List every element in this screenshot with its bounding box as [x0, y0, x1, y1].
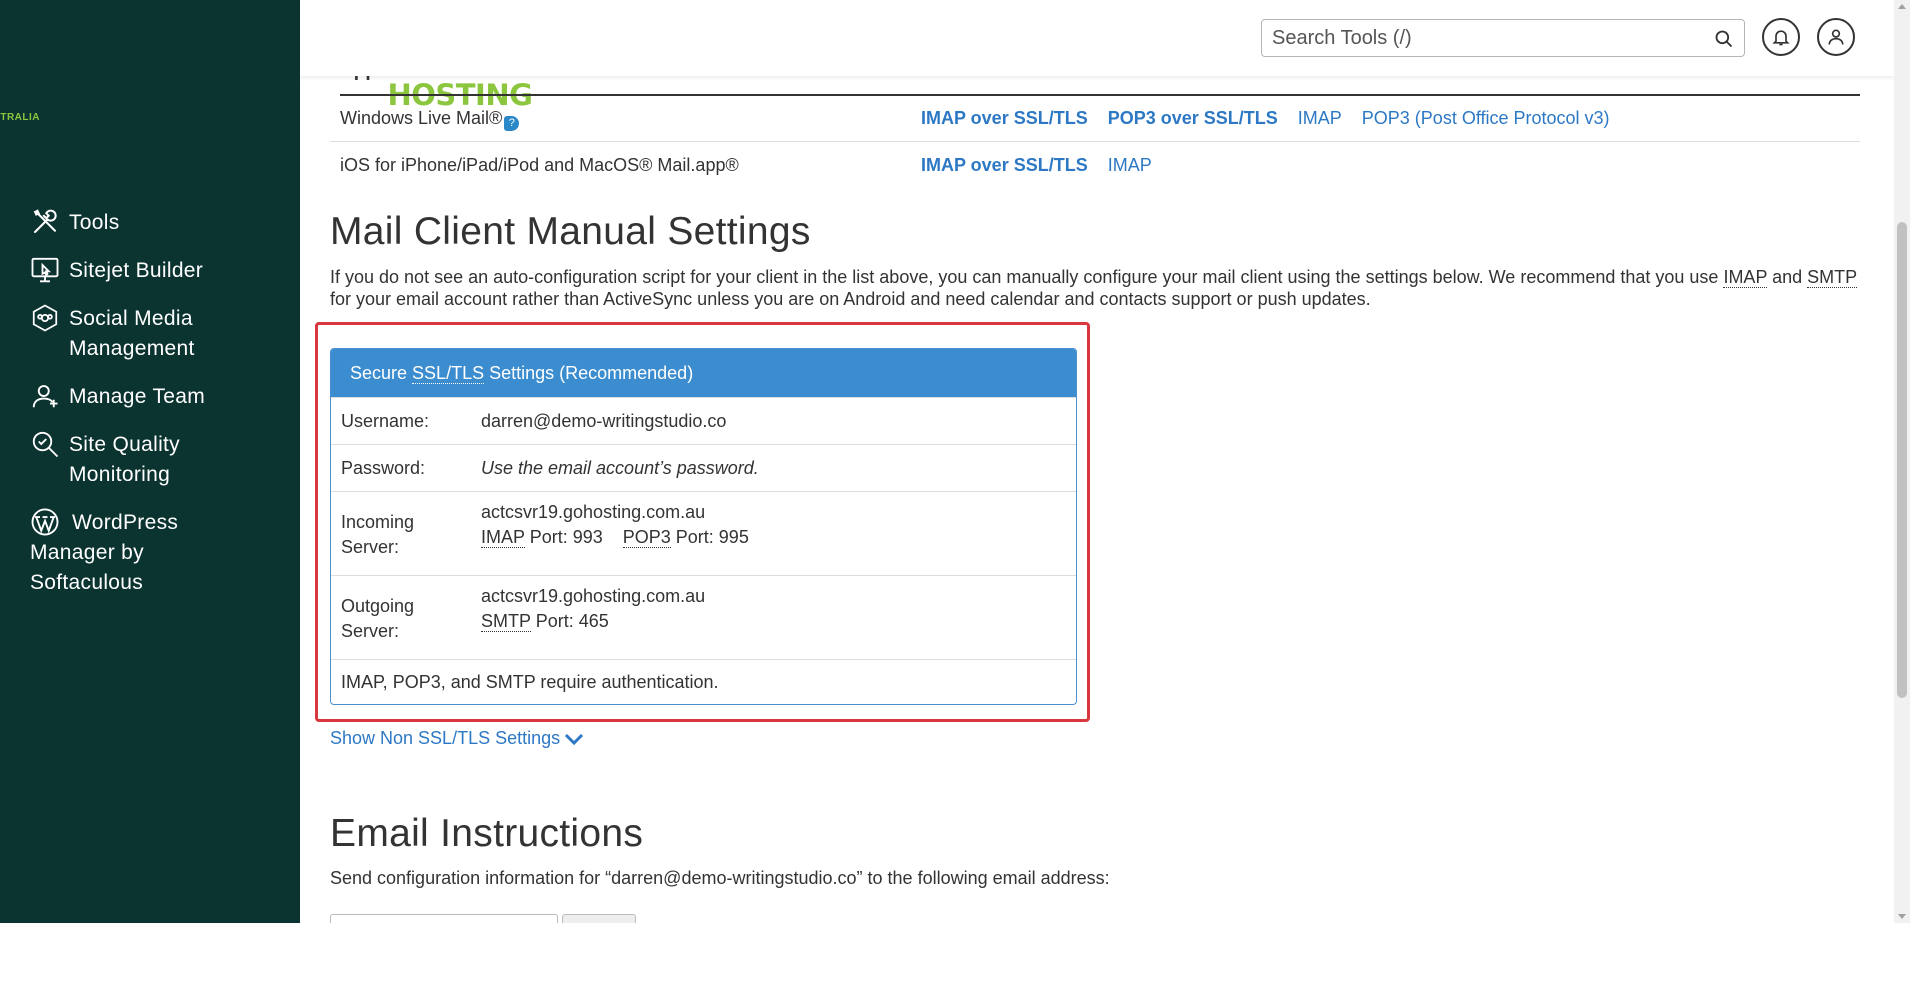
bell-icon [1772, 30, 1790, 46]
show-non-ssl-label: Show Non SSL/TLS Settings [330, 728, 561, 748]
auth-note-row: IMAP, POP3, and SMTP require authenticat… [331, 659, 1076, 704]
secure-settings-panel: Secure SSL/TLS Settings (Recommended) Us… [330, 348, 1077, 705]
chevron-down-icon [565, 733, 584, 745]
app-name: Windows Live Mail®? [340, 95, 520, 141]
instructions-email-input[interactable] [330, 914, 558, 923]
sidebar-item-label: Sitejet Builder [69, 259, 204, 282]
outgoing-server-row: Outgoing Server: actcsvr19.gohosting.com… [331, 575, 1076, 659]
sidebar-item-label: Site Quality Monitoring [69, 433, 180, 486]
instructions-send-button[interactable] [562, 914, 636, 923]
search-box [1261, 19, 1745, 57]
abbr-smtp: SMTP [481, 611, 531, 632]
sidebar-item-manage-team[interactable]: Manage Team [30, 382, 290, 412]
link-imap-ssl[interactable]: IMAP over SSL/TLS [921, 108, 1088, 128]
sitejet-icon [30, 255, 62, 285]
sidebar-item-wordpress-manager[interactable]: WordPress Manager by Softaculous [30, 508, 290, 598]
search-input[interactable] [1262, 20, 1702, 56]
site-quality-icon [30, 429, 62, 459]
incoming-server: actcsvr19.gohosting.com.au [481, 502, 706, 522]
email-instructions-description: Send configuration information for “darr… [330, 868, 1110, 888]
sidebar-item-label: Tools [69, 211, 120, 234]
abbr-ssl-tls: SSL/TLS [412, 363, 485, 384]
logo-sub: AUSTRALIA [0, 112, 40, 123]
user-icon [1828, 29, 1844, 45]
outgoing-server: actcsvr19.gohosting.com.au [481, 586, 706, 606]
help-tag-icon[interactable]: ? [504, 116, 520, 131]
panel-header: Secure SSL/TLS Settings (Recommended) [331, 349, 1076, 397]
incoming-value: actcsvr19.gohosting.com.au IMAP Port: 99… [481, 502, 749, 548]
sidebar-item-sitejet-builder[interactable]: Sitejet Builder [30, 256, 290, 286]
table-row: Windows Live Mail®? IMAP over SSL/TLS POP… [330, 95, 1860, 142]
scroll-up-icon[interactable] [1898, 4, 1906, 9]
sidebar-nav: Tools Sitejet Builder Social Media Manag… [30, 208, 290, 616]
show-non-ssl-settings-link[interactable]: Show Non SSL/TLS Settings [330, 728, 584, 749]
main-content: Application Protocols Windows Live Mail®… [300, 0, 1894, 923]
manage-team-icon [30, 381, 62, 411]
social-media-icon [30, 303, 62, 333]
sidebar: GOHOSTING AUSTRALIA Tools Sitejet Builde… [0, 0, 533, 923]
table-row: iOS for iPhone/iPad/iPod and MacOS® Mail… [330, 142, 1860, 188]
scrollbar-thumb[interactable] [1897, 222, 1907, 698]
sidebar-item-site-quality[interactable]: Site Quality Monitoring [30, 430, 290, 490]
email-instructions-title: Email Instructions [330, 812, 644, 855]
username-label: Username: [341, 411, 430, 431]
username-value: darren@demo-writingstudio.co [481, 411, 727, 431]
incoming-server-row: Incoming Server: actcsvr19.gohosting.com… [331, 491, 1076, 575]
abbr-imap: IMAP [1723, 267, 1768, 288]
sidebar-item-label: Social Media Management [69, 307, 195, 360]
manual-settings-title: Mail Client Manual Settings [330, 210, 811, 253]
password-label: Password: [341, 458, 426, 478]
tools-icon [30, 207, 62, 237]
page-scrollbar[interactable] [1894, 0, 1910, 923]
search-icon[interactable] [1714, 29, 1734, 49]
incoming-label: Incoming Server: [341, 512, 415, 557]
top-bar [300, 0, 1894, 76]
password-row: Password: Use the email account’s passwo… [331, 444, 1076, 491]
abbr-pop3: POP3 [622, 527, 671, 548]
link-imap-ssl[interactable]: IMAP over SSL/TLS [921, 155, 1088, 175]
link-imap[interactable]: IMAP [1298, 108, 1342, 128]
outgoing-value: actcsvr19.gohosting.com.au SMTP Port: 46… [481, 586, 706, 632]
scroll-down-icon[interactable] [1898, 914, 1906, 919]
username-row: Username: darren@demo-writingstudio.co [331, 397, 1076, 444]
sidebar-item-social-media[interactable]: Social Media Management [30, 304, 290, 364]
wordpress-icon [30, 507, 62, 537]
outgoing-label: Outgoing Server: [341, 596, 415, 641]
password-value: Use the email account’s password. [481, 458, 759, 478]
link-imap[interactable]: IMAP [1108, 155, 1152, 175]
abbr-imap: IMAP [481, 527, 525, 548]
link-pop3-ssl[interactable]: POP3 over SSL/TLS [1108, 108, 1278, 128]
auth-note: IMAP, POP3, and SMTP require authenticat… [341, 672, 719, 692]
sidebar-item-label: Manage Team [69, 385, 205, 408]
app-name: iOS for iPhone/iPad/iPod and MacOS® Mail… [340, 155, 739, 175]
sidebar-item-tools[interactable]: Tools [30, 208, 290, 238]
abbr-smtp: SMTP [1807, 267, 1857, 288]
link-pop3[interactable]: POP3 (Post Office Protocol v3) [1362, 108, 1610, 128]
user-account-button[interactable] [1817, 18, 1855, 56]
notifications-button[interactable] [1762, 18, 1800, 56]
manual-settings-description: If you do not see an auto-configuration … [330, 267, 1857, 309]
